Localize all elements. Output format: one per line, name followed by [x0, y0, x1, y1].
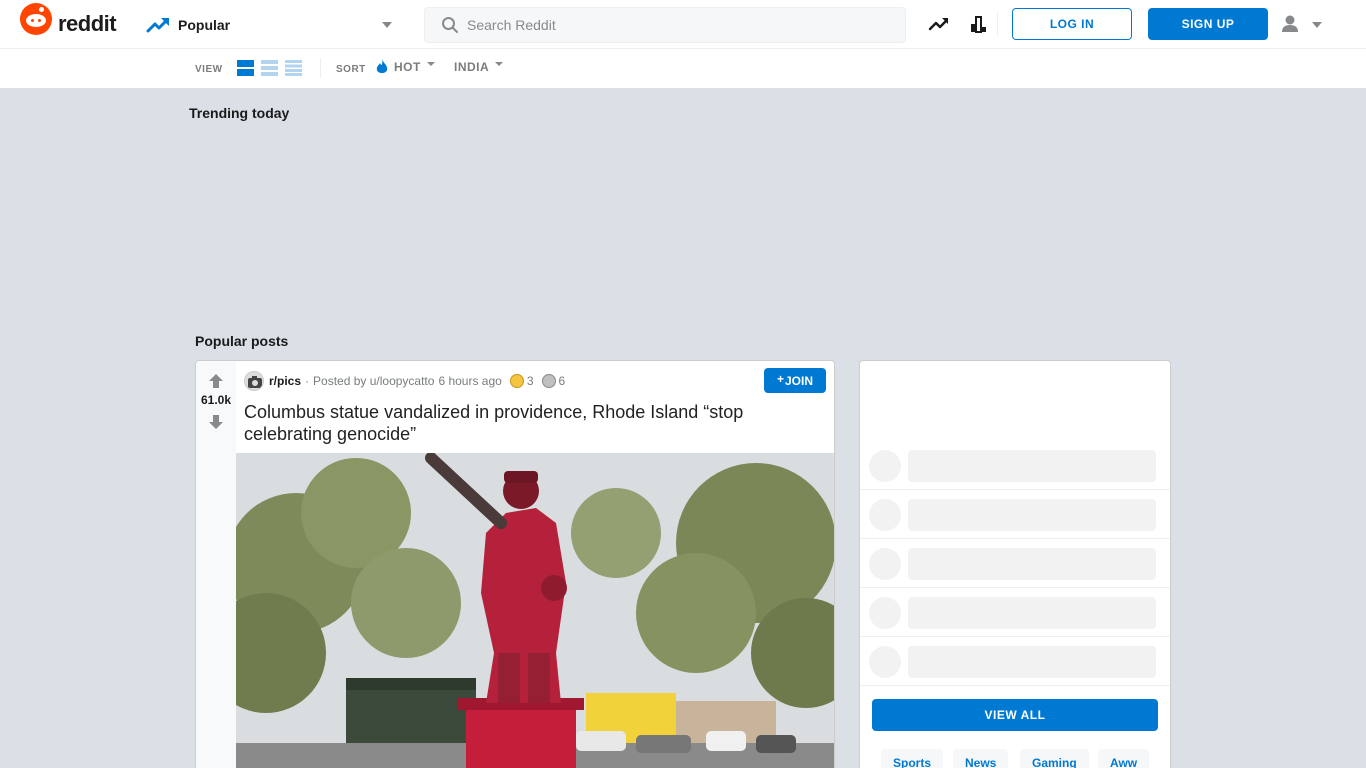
trending-today-heading: Trending today	[189, 105, 290, 121]
skeleton-avatar	[869, 597, 901, 629]
statue-photo	[236, 453, 834, 768]
skeleton-row	[860, 588, 1170, 637]
skeleton-bar	[908, 499, 1156, 531]
skeleton-bar	[908, 548, 1156, 580]
post-card[interactable]: 61.0k r/pics · Posted by u/loopycatto 6 …	[195, 360, 835, 768]
user-menu-dropdown[interactable]	[1278, 12, 1328, 36]
sidebar-card: VIEW ALL Sports News Gaming Aww	[859, 360, 1171, 768]
skeleton-avatar	[869, 499, 901, 531]
chevron-down-icon	[426, 62, 435, 66]
location-label: INDIA	[454, 60, 490, 74]
top-navbar: reddit Popular LOG IN SIGN UP	[0, 0, 1366, 49]
view-label: VIEW	[195, 64, 223, 75]
trending-icon[interactable]	[928, 13, 950, 35]
award-count: 6	[558, 374, 566, 388]
classic-view-icon[interactable]	[261, 60, 278, 76]
category-chip-aww[interactable]: Aww	[1098, 749, 1150, 768]
plus-icon: +	[776, 371, 784, 386]
chevron-down-icon	[382, 22, 392, 28]
post-timestamp[interactable]: 6 hours ago	[438, 374, 501, 388]
search-input[interactable]	[467, 17, 867, 33]
post-meta: r/pics · Posted by u/loopycatto 6 hours …	[244, 371, 565, 391]
join-button[interactable]: + JOIN	[764, 368, 826, 393]
subreddit-link[interactable]: r/pics	[269, 374, 301, 388]
sort-label: SORT	[336, 64, 366, 75]
chevron-down-icon	[1312, 22, 1322, 28]
skeleton-row	[860, 539, 1170, 588]
feed-selector-dropdown[interactable]: Popular	[146, 12, 396, 38]
leaderboard-icon[interactable]	[968, 13, 990, 35]
logo-wordmark: reddit	[58, 11, 117, 36]
sort-hot-dropdown[interactable]: HOT	[376, 56, 435, 78]
join-label: JOIN	[785, 373, 814, 388]
reddit-snoo-icon	[20, 3, 52, 35]
skeleton-row	[860, 637, 1170, 686]
upvote-icon[interactable]	[208, 373, 224, 389]
downvote-icon[interactable]	[208, 414, 224, 430]
award-count: 3	[526, 374, 534, 388]
reddit-logo[interactable]: reddit	[20, 1, 117, 37]
trending-up-icon	[146, 18, 169, 33]
skeleton-bar	[908, 450, 1156, 482]
skeleton-bar	[908, 646, 1156, 678]
vote-column: 61.0k	[196, 361, 236, 768]
feed-selector-label: Popular	[178, 17, 231, 33]
skeleton-bar	[908, 597, 1156, 629]
chevron-down-icon	[495, 62, 504, 66]
skeleton-avatar	[869, 646, 901, 678]
camera-icon	[248, 376, 262, 388]
skeleton-avatar	[869, 450, 901, 482]
flame-icon	[376, 59, 388, 73]
header-divider	[997, 12, 998, 36]
skeleton-avatar	[869, 548, 901, 580]
vote-score: 61.0k	[200, 393, 232, 407]
subreddit-avatar[interactable]	[244, 371, 264, 391]
category-chip-gaming[interactable]: Gaming	[1020, 749, 1089, 768]
category-chip-sports[interactable]: Sports	[881, 749, 944, 768]
view-all-button[interactable]: VIEW ALL	[872, 699, 1158, 731]
silver-award-icon[interactable]	[541, 374, 556, 388]
category-chip-news[interactable]: News	[953, 749, 1009, 768]
search-icon	[442, 17, 458, 33]
popular-posts-heading: Popular posts	[195, 333, 289, 349]
user-icon	[1282, 15, 1298, 32]
compact-view-icon[interactable]	[285, 60, 302, 76]
post-image[interactable]	[236, 453, 834, 768]
sort-hot-label: HOT	[394, 60, 421, 74]
subbar-divider	[320, 58, 321, 78]
login-button[interactable]: LOG IN	[1012, 8, 1132, 40]
meta-separator: ·	[305, 374, 310, 388]
location-dropdown[interactable]: INDIA	[454, 60, 504, 74]
card-view-icon[interactable]	[237, 60, 254, 76]
skeleton-row	[860, 490, 1170, 539]
gold-award-icon[interactable]	[509, 374, 524, 388]
search-bar[interactable]	[424, 7, 906, 43]
author-link[interactable]: Posted by u/loopycatto	[313, 374, 434, 388]
signup-button[interactable]: SIGN UP	[1148, 8, 1268, 40]
post-title[interactable]: Columbus statue vandalized in providence…	[244, 401, 824, 445]
skeleton-row	[860, 441, 1170, 490]
view-sort-bar: VIEW SORT HOT INDIA	[0, 49, 1366, 88]
